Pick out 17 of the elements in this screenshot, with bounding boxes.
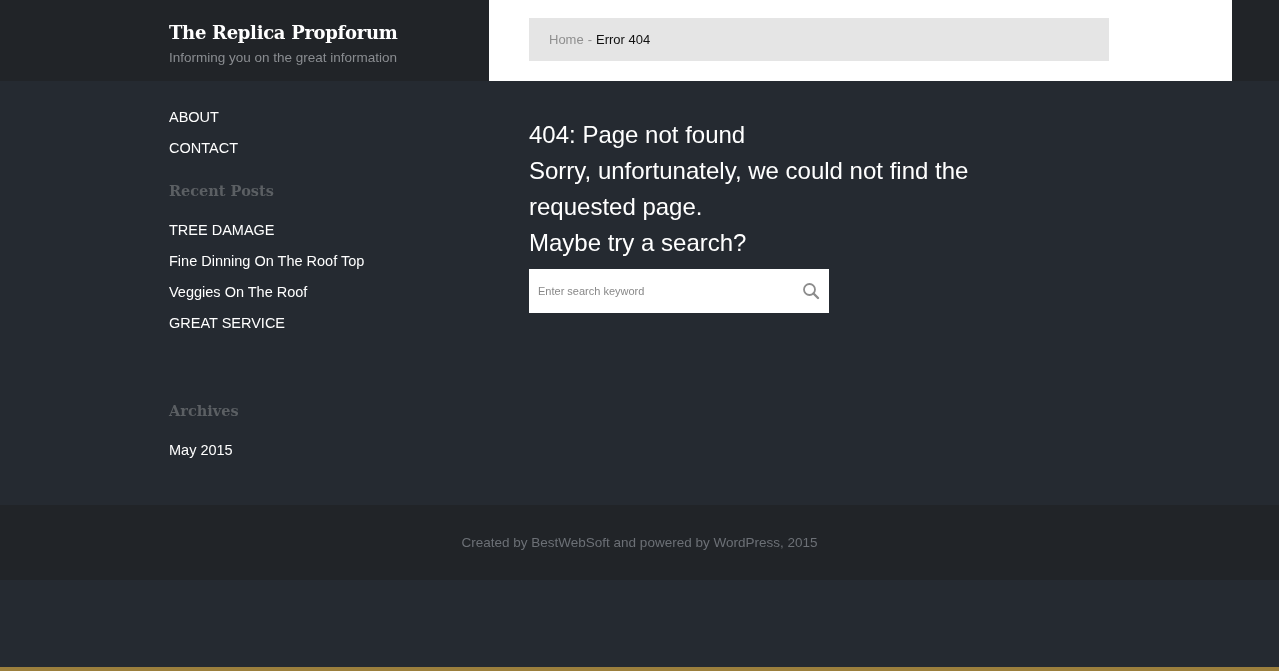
site-tagline: Informing you on the great information bbox=[169, 50, 399, 65]
breadcrumb-current: Error 404 bbox=[596, 32, 651, 47]
post-link[interactable]: TREE DAMAGE bbox=[169, 221, 489, 252]
site-title[interactable]: The Replica Propforum bbox=[169, 22, 489, 43]
error-title: 404: Page not found bbox=[529, 120, 747, 150]
search-icon[interactable] bbox=[802, 282, 820, 300]
nav-link[interactable]: ABOUT bbox=[169, 108, 489, 139]
archive-link[interactable]: May 2015 bbox=[169, 441, 489, 472]
breadcrumb-separator: - bbox=[587, 32, 593, 47]
error-message: Sorry, unfortunately, we could not find the requested page. bbox=[529, 156, 970, 222]
nav-link[interactable]: CONTACT bbox=[169, 139, 489, 170]
post-link[interactable]: GREAT SERVICE bbox=[169, 314, 489, 345]
post-link[interactable]: Veggies On The Roof bbox=[169, 283, 489, 314]
footer-credit: Created by BestWebSoft and powered by WordPress, 2015 bbox=[461, 535, 818, 550]
search-field[interactable]: Enter search keyword bbox=[529, 269, 829, 313]
post-link[interactable]: Fine Dinning On The Roof Top bbox=[169, 252, 489, 283]
search-prompt: Maybe try a search? bbox=[529, 228, 748, 258]
